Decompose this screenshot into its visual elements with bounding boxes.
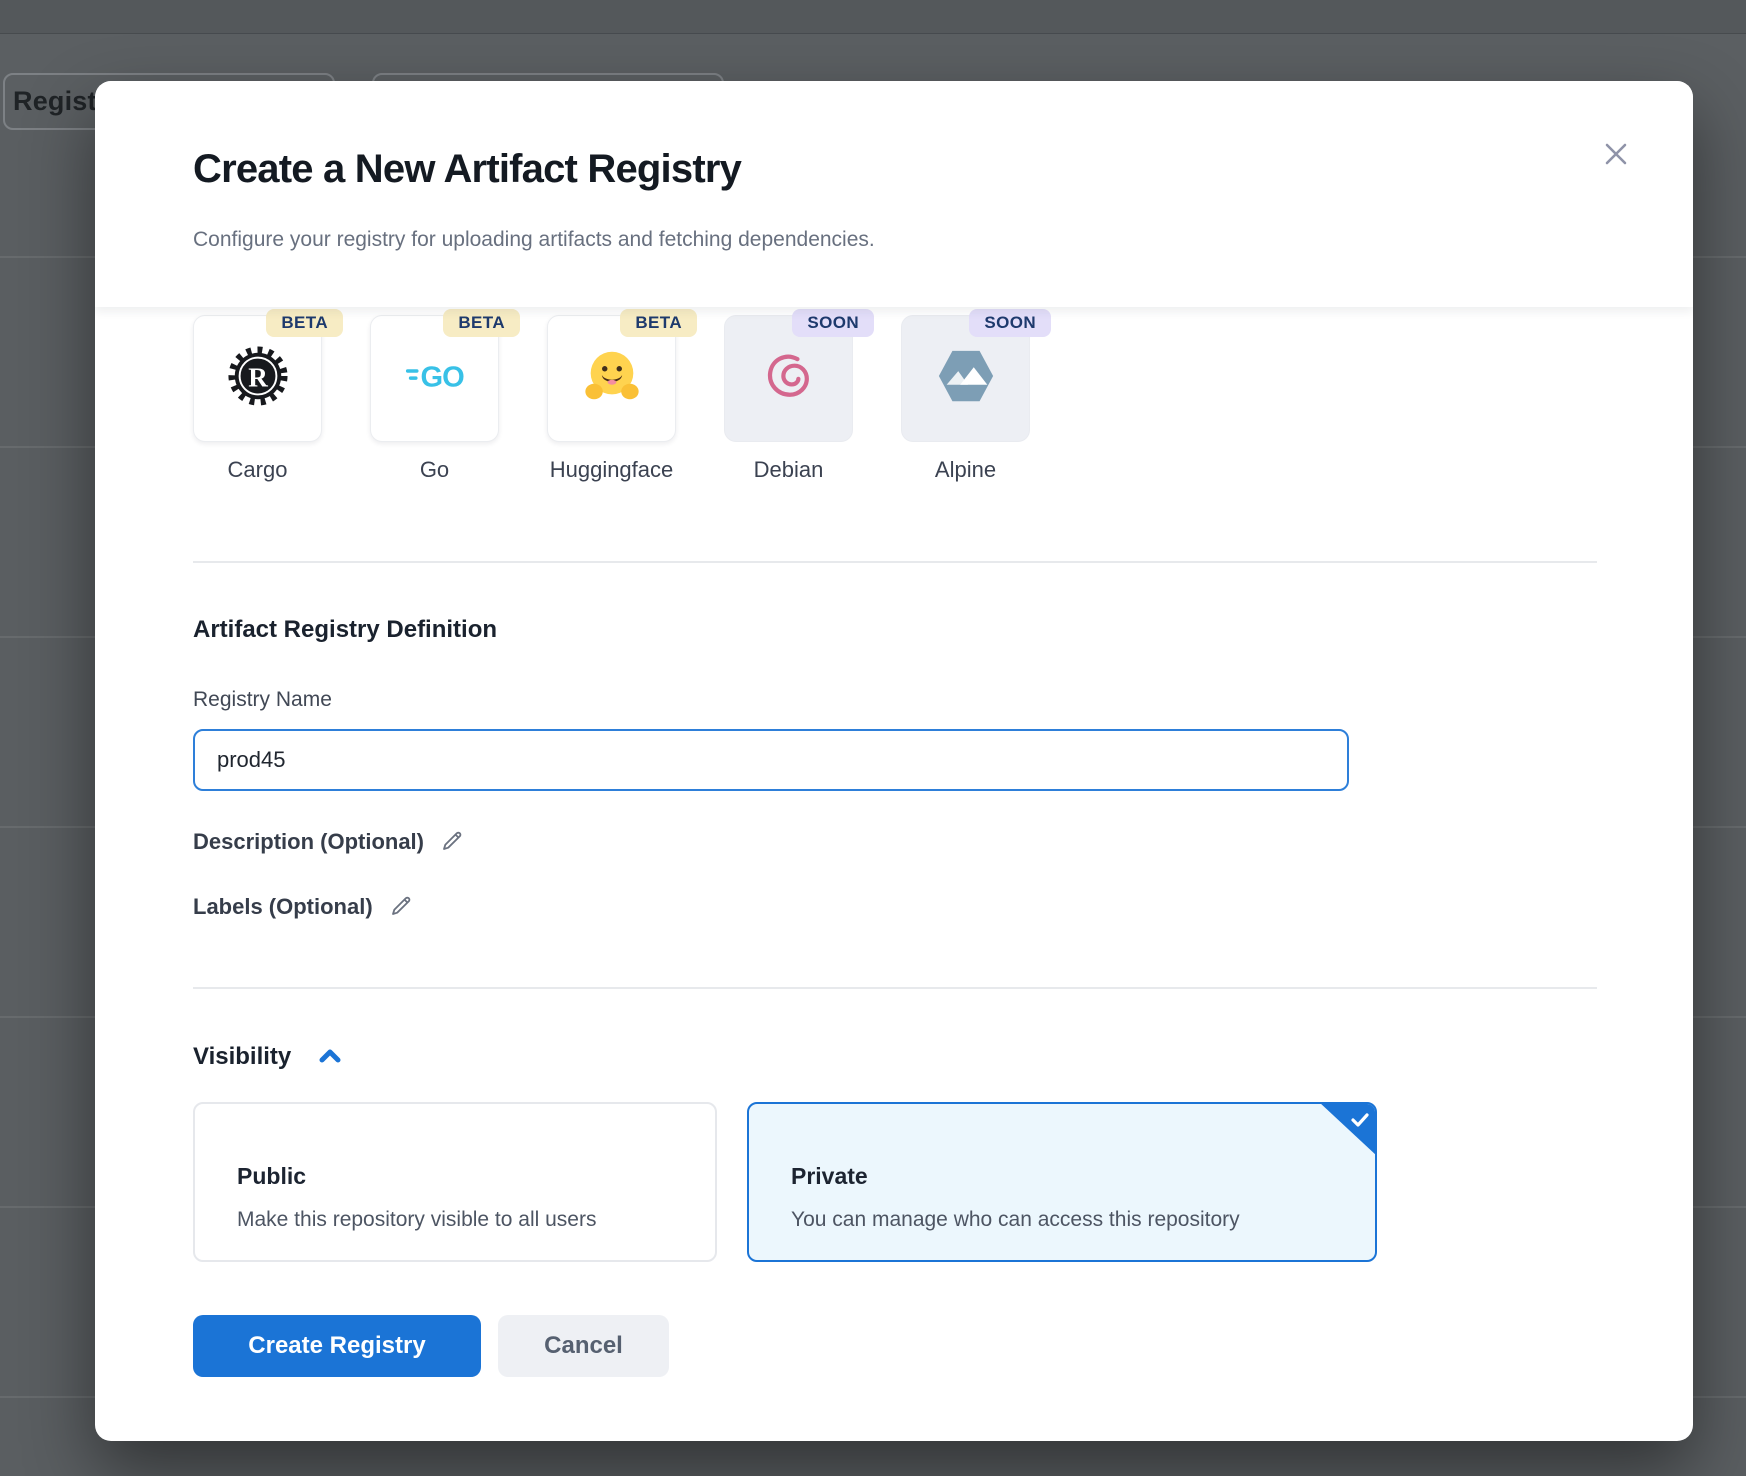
format-option-alpine: SOON Alpine	[901, 315, 1030, 484]
close-icon	[1599, 159, 1633, 174]
visibility-option-private[interactable]: Private You can manage who can access th…	[747, 1102, 1377, 1262]
labels-optional-label: Labels (Optional)	[193, 892, 373, 922]
visibility-option-description: Make this repository visible to all user…	[237, 1205, 715, 1235]
format-option-go[interactable]: BETA GO Go	[370, 315, 499, 484]
definition-section-heading: Artifact Registry Definition	[193, 615, 1597, 645]
chevron-up-icon	[317, 1043, 343, 1072]
edit-description-button[interactable]	[440, 829, 464, 856]
modal-header: Create a New Artifact Registry Configure…	[95, 81, 1693, 307]
alpine-icon	[935, 345, 997, 412]
visibility-option-title: Private	[791, 1161, 1375, 1191]
registry-name-label: Registry Name	[193, 687, 1597, 713]
divider	[193, 561, 1597, 563]
debian-icon	[759, 346, 819, 411]
format-badge: SOON	[969, 309, 1051, 337]
format-label: Alpine	[935, 456, 996, 484]
modal-title: Create a New Artifact Registry	[193, 145, 1595, 193]
format-option-debian: SOON Debian	[724, 315, 853, 484]
format-label: Cargo	[228, 456, 288, 484]
svg-text:R: R	[248, 363, 268, 393]
registry-name-input[interactable]	[193, 729, 1349, 791]
format-badge: BETA	[443, 309, 520, 337]
edit-labels-button[interactable]	[389, 894, 413, 921]
huggingface-icon	[581, 345, 643, 412]
visibility-option-public[interactable]: Public Make this repository visible to a…	[193, 1102, 717, 1262]
format-badge: SOON	[792, 309, 874, 337]
selected-corner-badge	[1319, 1102, 1377, 1156]
format-label: Debian	[754, 456, 824, 484]
format-option-cargo[interactable]: BETA R Cargo	[193, 315, 322, 484]
cargo-icon: R	[227, 345, 289, 412]
pencil-icon	[440, 829, 464, 856]
pencil-icon	[389, 894, 413, 921]
svg-text:GO: GO	[420, 362, 464, 394]
modal-subtitle: Configure your registry for uploading ar…	[193, 226, 1595, 253]
divider	[193, 987, 1597, 989]
create-registry-modal: Create a New Artifact Registry Configure…	[95, 81, 1693, 1441]
format-label: Huggingface	[550, 456, 674, 484]
visibility-section-heading: Visibility	[193, 1042, 291, 1072]
background-top-bar	[0, 0, 1746, 34]
format-label: Go	[420, 456, 449, 484]
collapse-visibility-button[interactable]	[317, 1043, 343, 1072]
go-icon: GO	[404, 345, 466, 412]
format-list: BETA R Cargo BETA GO Go	[193, 315, 1597, 484]
visibility-option-title: Public	[237, 1161, 715, 1191]
create-registry-button[interactable]: Create Registry	[193, 1315, 481, 1377]
description-optional-label: Description (Optional)	[193, 827, 424, 857]
visibility-option-description: You can manage who can access this repos…	[791, 1205, 1375, 1235]
cancel-button[interactable]: Cancel	[498, 1315, 669, 1377]
modal-content: BETA R Cargo BETA GO Go	[95, 315, 1693, 1377]
close-button[interactable]	[1599, 137, 1633, 171]
format-option-huggingface[interactable]: BETA Huggingface	[547, 315, 676, 484]
format-badge: BETA	[266, 309, 343, 337]
format-badge: BETA	[620, 309, 697, 337]
